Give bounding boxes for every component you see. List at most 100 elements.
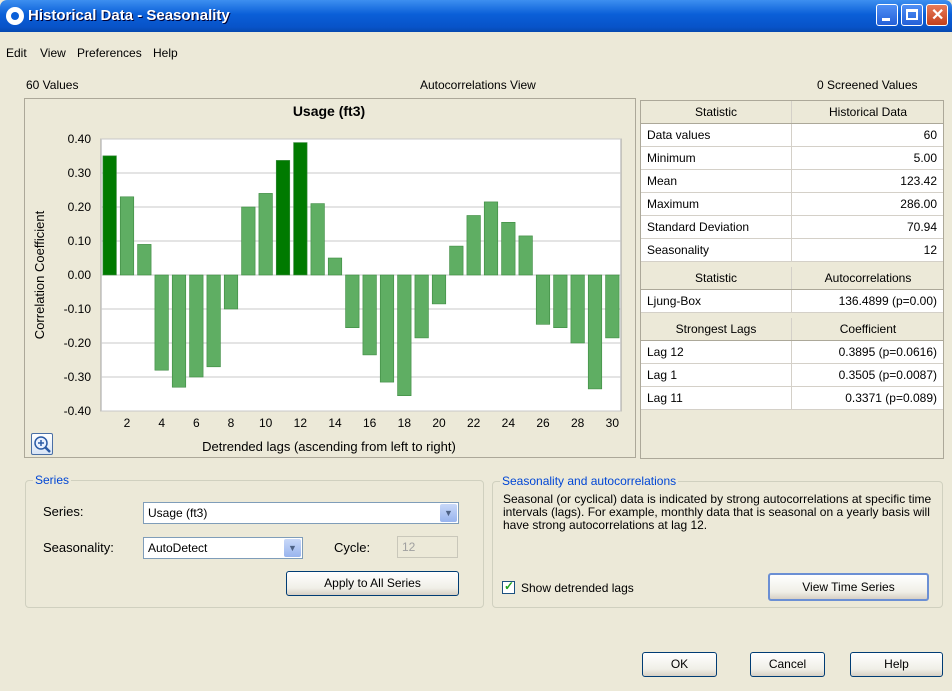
row-value: 5.00 xyxy=(913,151,937,165)
statistics-table: Statistic Historical Data Data values 60 … xyxy=(640,100,944,459)
help-label: Help xyxy=(884,657,909,671)
apply-button-label: Apply to All Series xyxy=(324,576,421,590)
bar-lag-29 xyxy=(587,274,603,390)
row-value: 0.3895 (p=0.0616) xyxy=(838,345,937,359)
bar-lag-3 xyxy=(137,244,152,276)
zoom-button[interactable] xyxy=(31,433,53,455)
y-axis-label: Correlation Coefficient xyxy=(32,210,47,339)
row-label: Lag 11 xyxy=(647,391,683,405)
bar-lag-30 xyxy=(605,274,620,339)
table-header-strongest-lags: Strongest Lags Coefficient xyxy=(641,318,943,341)
bar-lag-16 xyxy=(362,274,377,356)
series-label: Series: xyxy=(43,504,84,519)
header-historical-data: Historical Data xyxy=(828,105,908,119)
series-dropdown[interactable]: Usage (ft3) ▼ xyxy=(143,502,459,524)
zoom-in-icon xyxy=(34,436,51,453)
bar-lag-19 xyxy=(414,274,429,339)
bar-lag-8 xyxy=(223,274,239,310)
table-header-autocorrelations: Statistic Autocorrelations xyxy=(641,267,943,290)
ok-label: OK xyxy=(670,657,689,671)
window-title: Historical Data - Seasonality xyxy=(28,7,230,24)
x-tick-label: 30 xyxy=(606,416,620,430)
apply-to-all-series-button[interactable]: Apply to All Series xyxy=(286,571,459,596)
bar-lag-28 xyxy=(570,274,585,344)
row-value: 0.3505 (p=0.0087) xyxy=(838,368,937,382)
row-value: 60 xyxy=(923,128,937,142)
bar-lag-17 xyxy=(379,274,395,383)
bar-lag-11 xyxy=(275,160,291,276)
chevron-down-icon[interactable]: ▼ xyxy=(440,504,457,522)
row-value: 136.4899 (p=0.00) xyxy=(838,294,937,308)
series-dropdown-value: Usage (ft3) xyxy=(148,506,208,520)
x-tick-label: 26 xyxy=(536,416,550,430)
row-value: 70.94 xyxy=(906,220,937,234)
y-tick-label: 0.10 xyxy=(68,234,92,248)
title-bar: Historical Data - Seasonality ✕ xyxy=(0,0,952,32)
menu-bar: Edit View Preferences Help xyxy=(0,32,952,64)
header-statistic: Statistic xyxy=(694,271,737,285)
row-label: Maximum xyxy=(647,197,700,211)
minimize-button[interactable] xyxy=(876,4,898,26)
row-label: Minimum xyxy=(647,151,696,165)
bar-lag-15 xyxy=(345,274,360,329)
menu-preferences[interactable]: Preferences xyxy=(77,46,142,60)
checkmark-icon: ✓ xyxy=(504,579,515,593)
seasonality-group-title: Seasonality and autocorrelations xyxy=(500,474,679,488)
x-tick-label: 24 xyxy=(502,416,516,430)
row-label: Data values xyxy=(647,128,711,142)
bar-lag-10 xyxy=(258,193,273,276)
row-label: Seasonality xyxy=(647,243,710,257)
bar-lag-2 xyxy=(119,196,135,276)
seasonality-dropdown-value: AutoDetect xyxy=(148,541,208,555)
bar-lag-6 xyxy=(189,274,204,378)
bar-lag-7 xyxy=(206,274,221,368)
table-row: Lag 1 0.3505 (p=0.0087) xyxy=(641,364,943,387)
y-tick-label: 0.40 xyxy=(68,132,92,146)
x-tick-label: 22 xyxy=(467,416,481,430)
table-row: Data values 60 xyxy=(641,124,943,147)
y-tick-label: 0.00 xyxy=(68,268,92,282)
maximize-icon xyxy=(906,9,918,20)
bar-lag-18 xyxy=(397,274,412,396)
seasonality-dropdown[interactable]: AutoDetect ▼ xyxy=(143,537,303,559)
maximize-button[interactable] xyxy=(901,4,923,26)
row-value: 123.42 xyxy=(900,174,937,188)
show-detrended-lags-checkbox[interactable]: ✓ xyxy=(502,579,515,594)
x-tick-label: 18 xyxy=(398,416,412,430)
table-row: Minimum 5.00 xyxy=(641,147,943,170)
view-time-series-button[interactable]: View Time Series xyxy=(768,573,929,601)
show-detrended-lags-label[interactable]: Show detrended lags xyxy=(521,581,634,595)
menu-view[interactable]: View xyxy=(40,46,66,60)
series-group-title: Series xyxy=(33,473,72,487)
y-tick-label: 0.20 xyxy=(68,200,92,214)
row-label: Lag 1 xyxy=(647,368,678,382)
x-tick-label: 8 xyxy=(228,416,235,430)
table-row: Mean 123.42 xyxy=(641,170,943,193)
cycle-input[interactable]: 12 xyxy=(397,536,458,558)
chart-title: Usage (ft3) xyxy=(293,103,365,119)
chevron-down-icon[interactable]: ▼ xyxy=(284,539,301,557)
row-value: 12 xyxy=(923,243,937,257)
help-button[interactable]: Help xyxy=(850,652,943,677)
x-tick-label: 2 xyxy=(124,416,131,430)
menu-edit[interactable]: Edit xyxy=(6,46,27,60)
ok-button[interactable]: OK xyxy=(642,652,717,677)
x-tick-label: 14 xyxy=(328,416,342,430)
x-tick-label: 28 xyxy=(571,416,585,430)
header-autocorrelations: Autocorrelations xyxy=(824,271,912,285)
bar-lag-1 xyxy=(102,155,117,276)
bar-lag-24 xyxy=(501,222,516,276)
header-coefficient: Coefficient xyxy=(839,322,897,336)
row-value: 286.00 xyxy=(900,197,937,211)
bar-lag-22 xyxy=(466,215,481,276)
table-row: Maximum 286.00 xyxy=(641,193,943,216)
cancel-button[interactable]: Cancel xyxy=(750,652,825,677)
table-header-basic: Statistic Historical Data xyxy=(641,101,943,124)
x-tick-label: 12 xyxy=(294,416,308,430)
y-tick-label: -0.40 xyxy=(64,404,92,418)
close-button[interactable]: ✕ xyxy=(926,4,948,26)
minimize-icon xyxy=(882,18,890,21)
row-label: Standard Deviation xyxy=(647,220,750,234)
seasonality-description: Seasonal (or cyclical) data is indicated… xyxy=(503,492,932,532)
menu-help[interactable]: Help xyxy=(153,46,178,60)
